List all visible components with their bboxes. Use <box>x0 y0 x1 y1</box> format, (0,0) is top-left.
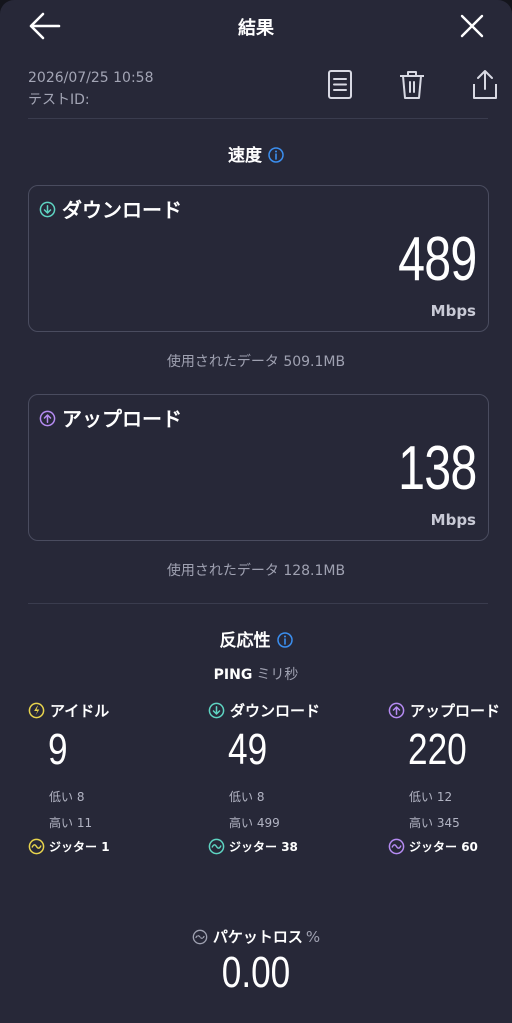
idle-ping-value: 9 <box>48 725 68 774</box>
download-jitter-label: ジッター <box>229 840 278 854</box>
upload-data-used: 使用されたデータ 128.1MB <box>166 563 346 579</box>
upload-label-text: アップロード <box>62 407 182 431</box>
ping-unit: ミリ秒 <box>256 667 299 683</box>
download-high: 高い 499 <box>229 816 280 830</box>
download-jitter: ジッター 38 <box>208 838 298 855</box>
idle-lightning-icon <box>28 702 45 719</box>
ping-label-text: PING <box>213 667 253 683</box>
download-speed-value: 489 <box>397 225 477 294</box>
speed-title-text: 速度 <box>228 146 262 166</box>
download-ping-label: ダウンロード <box>230 702 321 720</box>
download-ping-value: 49 <box>228 725 268 774</box>
upload-arrow-icon <box>388 702 405 719</box>
jitter-wave-icon <box>28 838 45 855</box>
ping-upload-column: アップロード 220 低い 12 高い 345 ジッター 60 <box>388 700 512 855</box>
ping-idle-column: アイドル 9 低い 8 高い 11 ジッター 1 <box>28 700 158 855</box>
ping-label: PING ミリ秒 <box>0 664 512 684</box>
results-screen: 結果 2026/07/25 10:58 テストID: 速度 ダウンロード 489… <box>0 0 512 1023</box>
jitter-wave-icon <box>388 838 405 855</box>
speed-section-title: 速度 <box>0 141 512 166</box>
packet-loss-value: 0.00 <box>221 948 291 997</box>
document-icon[interactable] <box>325 68 355 102</box>
upload-ping-label: アップロード <box>410 702 501 720</box>
download-card-label: ダウンロード <box>39 194 182 223</box>
upload-jitter-value: 60 <box>461 840 478 854</box>
upload-jitter: ジッター 60 <box>388 838 478 855</box>
upload-low: 低い 12 <box>409 790 453 804</box>
test-id: テストID: <box>28 92 90 108</box>
idle-low: 低い 8 <box>49 790 85 804</box>
upload-ping-header: アップロード <box>388 700 512 721</box>
download-arrow-icon <box>208 702 225 719</box>
packet-loss-label: パケットロス% <box>0 926 512 947</box>
trash-icon[interactable] <box>397 68 427 102</box>
upload-speed-unit: Mbps <box>430 511 476 529</box>
download-label-text: ダウンロード <box>62 198 182 222</box>
download-ping-header: ダウンロード <box>208 700 338 721</box>
packet-loss-text: パケットロス <box>212 928 303 946</box>
idle-high: 高い 11 <box>49 816 93 830</box>
idle-header: アイドル <box>28 700 158 721</box>
upload-ping-value: 220 <box>408 725 467 774</box>
download-speed-card: ダウンロード 489 Mbps <box>28 185 489 332</box>
download-data-used: 使用されたデータ 509.1MB <box>166 354 346 370</box>
idle-label: アイドル <box>50 702 110 720</box>
idle-jitter-label: ジッター <box>49 840 98 854</box>
upload-card-label: アップロード <box>39 403 182 432</box>
top-bar: 結果 <box>0 0 512 54</box>
upload-high: 高い 345 <box>409 816 460 830</box>
upload-arrow-icon <box>39 410 56 427</box>
download-arrow-icon <box>39 201 56 218</box>
info-icon[interactable] <box>276 632 293 648</box>
packet-loss-icon <box>192 929 208 945</box>
responsiveness-section-title: 反応性 <box>0 626 512 651</box>
upload-speed-value: 138 <box>397 434 477 503</box>
test-date: 2026/07/25 10:58 <box>28 70 154 86</box>
idle-jitter-value: 1 <box>101 840 110 854</box>
page-title: 結果 <box>238 18 274 39</box>
idle-jitter: ジッター 1 <box>28 838 110 855</box>
jitter-wave-icon <box>208 838 225 855</box>
download-low: 低い 8 <box>229 790 265 804</box>
info-icon[interactable] <box>268 147 284 163</box>
ping-download-column: ダウンロード 49 低い 8 高い 499 ジッター 38 <box>208 700 338 855</box>
share-icon[interactable] <box>470 68 500 102</box>
close-icon[interactable] <box>456 10 488 42</box>
download-speed-unit: Mbps <box>430 302 476 320</box>
download-jitter-value: 38 <box>281 840 298 854</box>
responsiveness-title-text: 反応性 <box>219 631 271 651</box>
packet-loss-unit: % <box>305 928 321 946</box>
upload-speed-card: アップロード 138 Mbps <box>28 394 489 541</box>
divider <box>28 118 488 119</box>
divider <box>28 603 488 604</box>
upload-jitter-label: ジッター <box>409 840 458 854</box>
